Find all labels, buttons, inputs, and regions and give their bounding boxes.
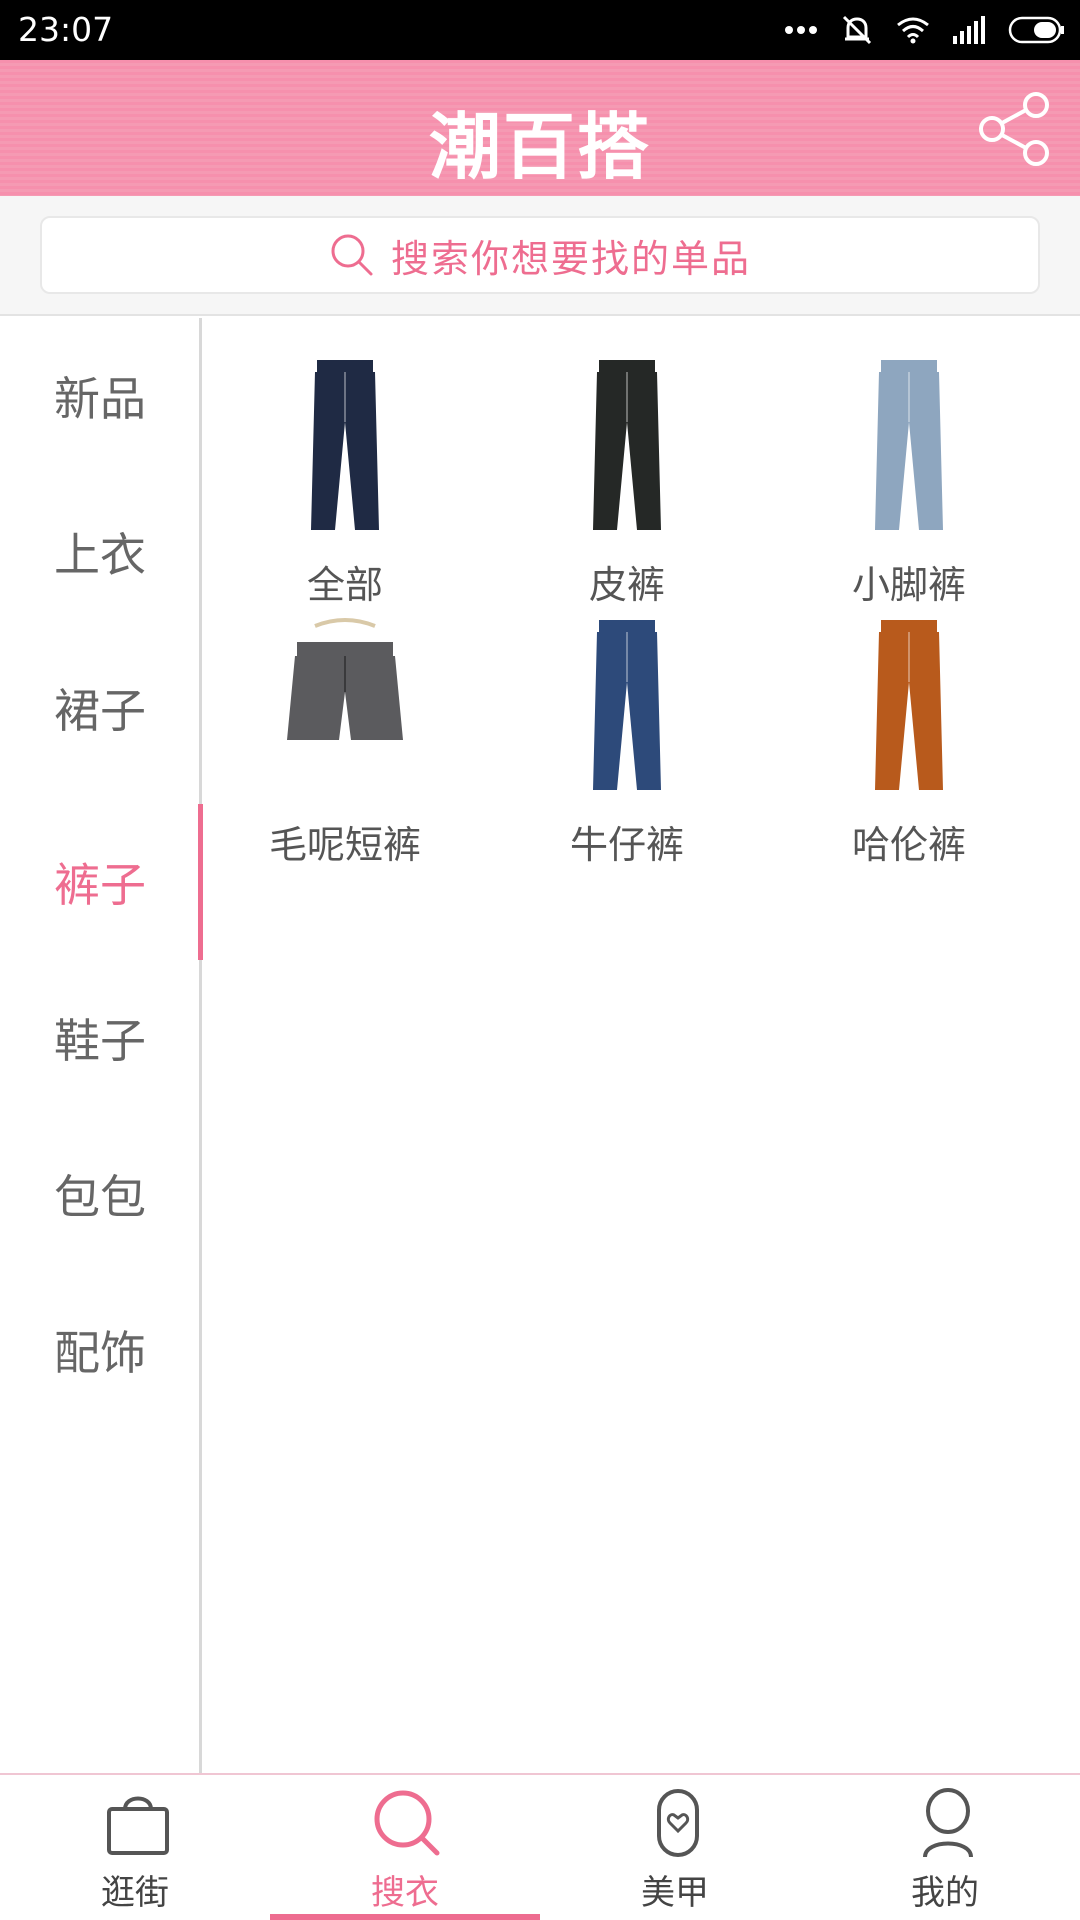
nav-label: 美甲 <box>641 1873 709 1913</box>
sidebar-item-label: 配饰 <box>54 1326 146 1380</box>
product-image <box>875 620 943 790</box>
pants-graphic <box>875 360 943 530</box>
nav-label: 搜衣 <box>371 1873 439 1913</box>
sidebar-item-label: 包包 <box>54 1170 146 1224</box>
sidebar-item-label: 裙子 <box>54 684 146 738</box>
sidebar-item-skirts[interactable]: 裙子 <box>0 630 200 786</box>
sidebar-item-accessories[interactable]: 配饰 <box>0 1272 200 1428</box>
pants-graphic <box>593 360 661 530</box>
search-input[interactable]: 搜索你想要找的单品 <box>40 216 1040 294</box>
subcategory-wool-shorts[interactable]: 毛呢短裤 <box>205 578 485 867</box>
wifi-icon <box>897 17 929 44</box>
nav-label: 逛街 <box>101 1873 169 1913</box>
nav-item-profile[interactable]: 我的 <box>810 1775 1080 1920</box>
pants-graphic <box>875 620 943 790</box>
sidebar-item-bags[interactable]: 包包 <box>0 1116 200 1272</box>
product-image <box>287 618 403 740</box>
search-area: 搜索你想要找的单品 <box>0 196 1080 316</box>
product-image <box>593 360 661 530</box>
share-icon[interactable] <box>976 90 1054 168</box>
subcategory-label: 牛仔裤 <box>569 823 684 867</box>
search-placeholder: 搜索你想要找的单品 <box>390 236 751 281</box>
battery-icon <box>1008 16 1064 44</box>
active-tab-indicator <box>270 1914 540 1920</box>
nav-label: 我的 <box>911 1873 979 1913</box>
status-time: 23:07 <box>18 10 114 49</box>
pants-graphic <box>593 620 661 790</box>
shopping-bag-icon <box>107 1796 169 1855</box>
sidebar-item-tops[interactable]: 上衣 <box>0 474 200 630</box>
product-image <box>875 360 943 530</box>
user-icon <box>923 1788 973 1858</box>
sidebar-item-pants[interactable]: 裤子 <box>0 804 203 960</box>
nail-icon <box>657 1789 699 1857</box>
pants-graphic <box>311 360 379 530</box>
subcategory-label: 毛呢短裤 <box>268 823 421 867</box>
sidebar-item-label: 上衣 <box>54 528 146 582</box>
product-image <box>311 360 379 530</box>
status-icons <box>784 12 1066 48</box>
subcategory-leather-pants[interactable]: 皮裤 <box>487 318 767 607</box>
search-icon <box>374 1790 440 1856</box>
signal-icon <box>953 16 985 44</box>
mute-bell-icon <box>842 15 872 45</box>
subcategory-grid: 全部 皮裤 小脚裤 毛呢短裤 牛仔裤 哈伦裤 <box>205 318 1080 918</box>
product-image <box>593 620 661 790</box>
subcategory-label: 哈伦裤 <box>851 823 966 867</box>
sidebar-item-new[interactable]: 新品 <box>0 318 200 474</box>
nav-item-search-clothes[interactable]: 搜衣 <box>270 1775 540 1920</box>
category-sidebar: 新品 上衣 裙子 裤子 鞋子 包包 配饰 <box>0 318 203 1773</box>
pants-graphic <box>287 618 403 740</box>
more-dots-icon <box>785 26 817 34</box>
sidebar-item-label: 鞋子 <box>54 1014 146 1068</box>
nav-item-shop[interactable]: 逛街 <box>0 1775 270 1920</box>
sidebar-item-label: 新品 <box>54 372 146 426</box>
app-header: 潮百搭 <box>0 60 1080 196</box>
app-logo-title: 潮百搭 <box>428 105 651 189</box>
nav-item-nails[interactable]: 美甲 <box>540 1775 810 1920</box>
bottom-nav: 逛街 搜衣 美甲 我的 <box>0 1773 1080 1920</box>
sidebar-item-label: 裤子 <box>54 858 146 912</box>
status-bar: 23:07 <box>0 0 1080 60</box>
search-icon <box>331 234 373 276</box>
sidebar-item-shoes[interactable]: 鞋子 <box>0 960 200 1116</box>
subcategory-all[interactable]: 全部 <box>205 318 485 607</box>
subcategory-skinny-pants[interactable]: 小脚裤 <box>769 318 1049 607</box>
subcategory-jeans[interactable]: 牛仔裤 <box>487 578 767 867</box>
subcategory-harem-pants[interactable]: 哈伦裤 <box>769 578 1049 867</box>
